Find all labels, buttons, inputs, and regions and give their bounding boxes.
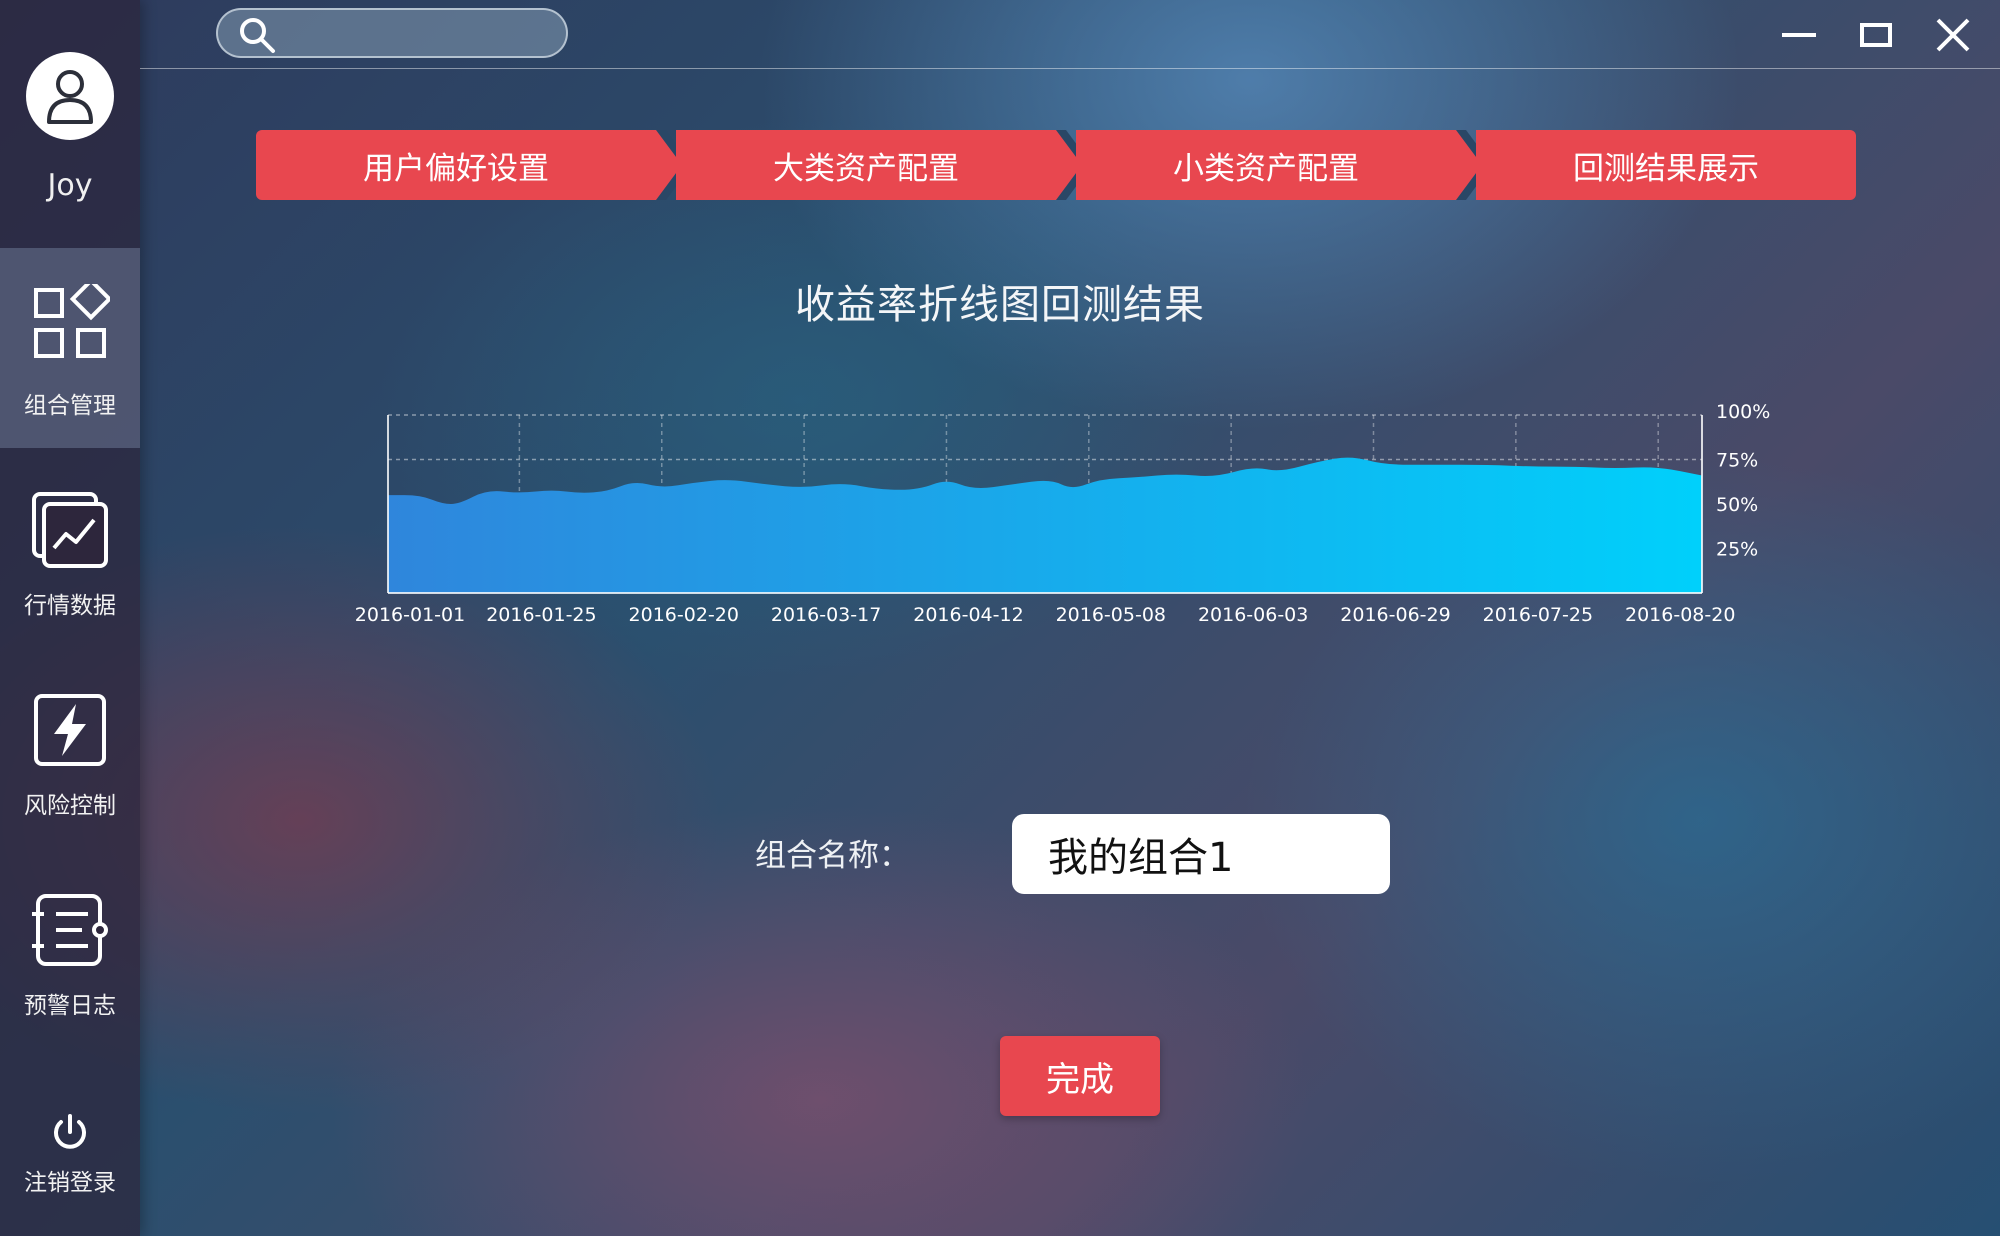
lightning-icon — [34, 694, 106, 766]
x-tick-label: 2016-02-20 — [629, 604, 739, 626]
x-tick-label: 2016-06-29 — [1340, 604, 1450, 626]
y-tick-label: 75% — [1716, 450, 1758, 472]
logout-button[interactable]: 注销登录 — [0, 1163, 140, 1197]
y-tick-label: 100% — [1716, 401, 1770, 423]
log-list-icon — [32, 894, 108, 966]
sidebar-item-risk-control[interactable]: 风险控制 — [0, 648, 140, 848]
sidebar-item-alert-log[interactable]: 预警日志 — [0, 848, 140, 1048]
return-area-chart: 2016-01-01 2016-01-25 2016-02-20 2016-03-17… — [355, 401, 1771, 626]
portfolio-name-label: 组合名称： — [755, 838, 910, 874]
sidebar-item-label: 风险控制 — [24, 793, 116, 819]
x-tick-label: 2016-03-17 — [771, 604, 881, 626]
x-tick-label: 2016-01-01 — [355, 604, 465, 626]
x-tick-label: 2016-01-25 — [486, 604, 596, 626]
x-tick-label: 2016-05-08 — [1056, 604, 1166, 626]
sidebar-item-label: 预警日志 — [24, 993, 116, 1019]
y-tick-label: 50% — [1716, 494, 1758, 516]
y-tick-label: 25% — [1716, 539, 1758, 561]
x-tick-label: 2016-08-20 — [1625, 604, 1735, 626]
return-area-series — [388, 457, 1702, 593]
x-tick-label: 2016-07-25 — [1483, 604, 1593, 626]
x-tick-label: 2016-06-03 — [1198, 604, 1308, 626]
done-button[interactable]: 完成 — [1000, 1036, 1160, 1116]
x-tick-label: 2016-04-12 — [913, 604, 1023, 626]
portfolio-name-input[interactable] — [1012, 814, 1390, 894]
power-icon[interactable] — [50, 1113, 90, 1153]
